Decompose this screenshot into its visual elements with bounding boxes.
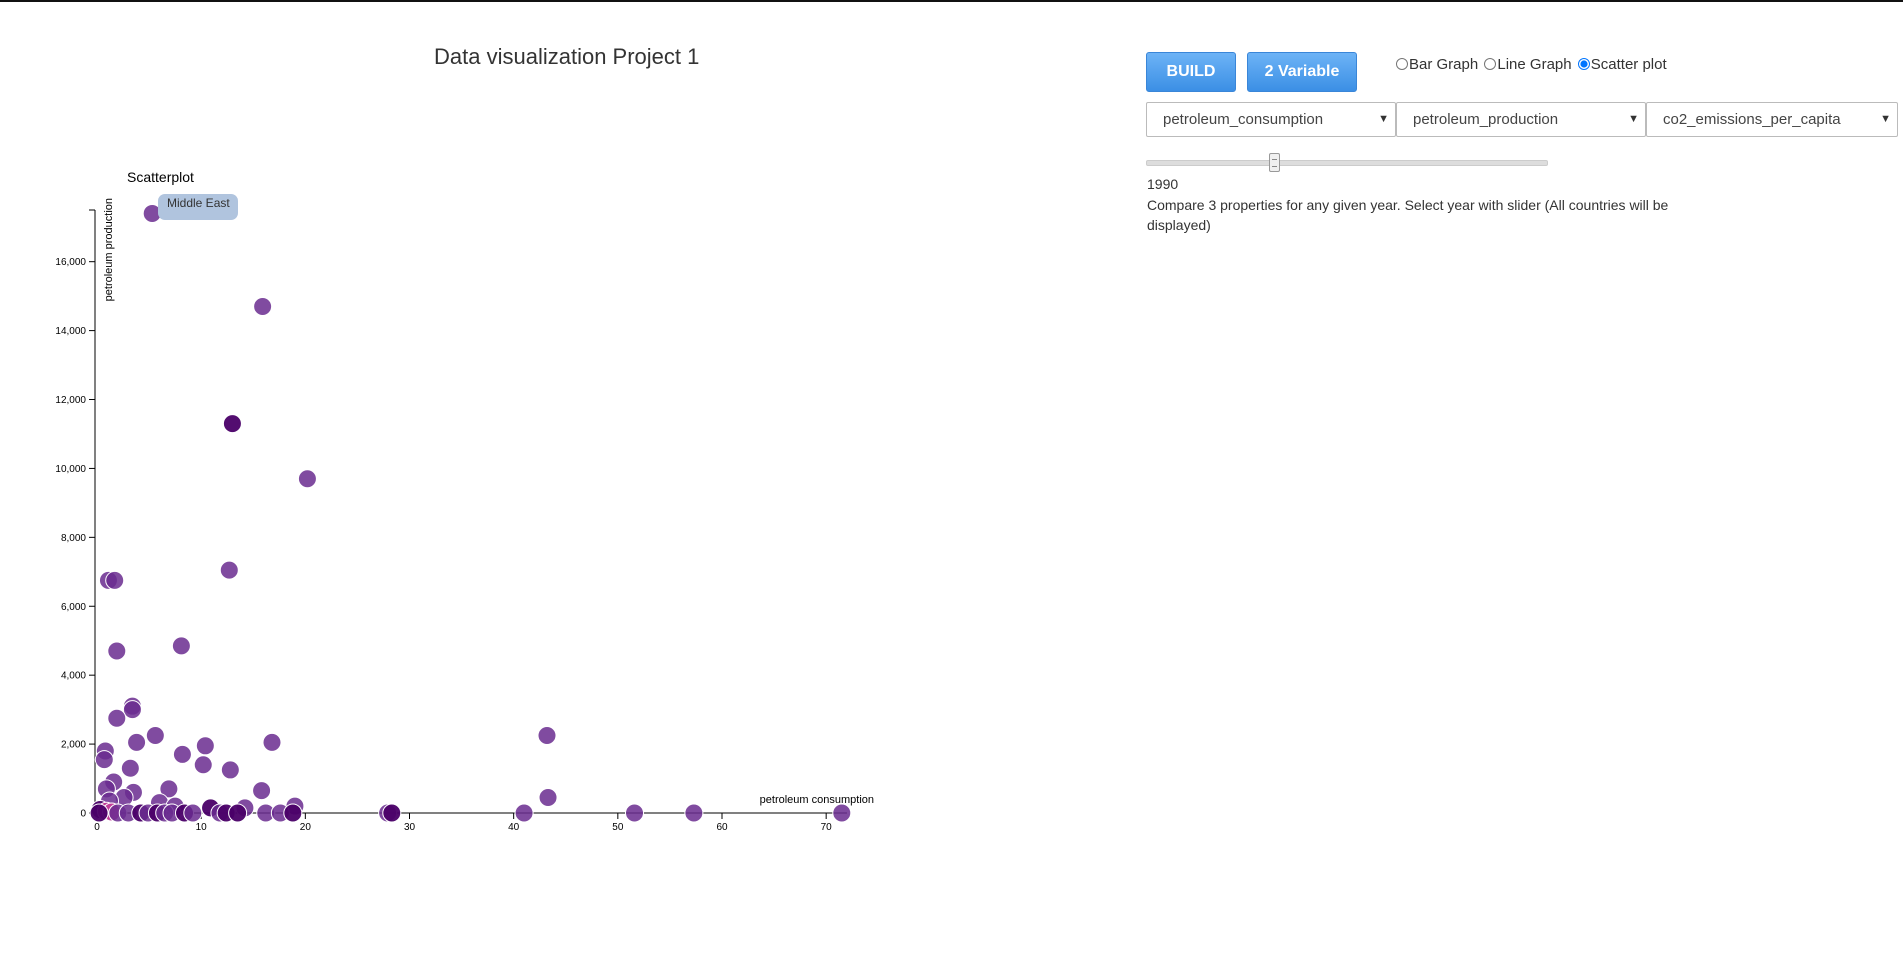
scatter-point	[107, 641, 127, 661]
scatter-point	[127, 732, 147, 752]
x-tick-label: 40	[508, 822, 520, 833]
y-axis-label: petroleum production	[103, 198, 115, 301]
year-slider-track[interactable]	[1146, 160, 1548, 166]
scatter-point	[219, 560, 239, 580]
window-top-border	[0, 0, 1903, 2]
y-tick-label: 2,000	[61, 740, 86, 751]
scatter-point	[107, 708, 127, 728]
scatter-point	[220, 760, 240, 780]
radio-line-graph[interactable]: Line Graph	[1484, 56, 1572, 73]
scatter-point	[89, 803, 109, 823]
radio-bar-graph-input[interactable]	[1396, 58, 1408, 70]
scatter-point	[262, 732, 282, 752]
two-variable-button[interactable]: 2 Variable	[1247, 52, 1357, 92]
x-variable-select[interactable]: petroleum_consumption ▼	[1146, 102, 1396, 137]
scatter-point	[94, 750, 114, 770]
scatter-point	[183, 803, 203, 823]
y-tick-label: 0	[80, 809, 86, 820]
scatter-point	[252, 781, 272, 801]
point-tooltip: Middle East	[158, 194, 238, 220]
scatter-point	[145, 725, 165, 745]
year-slider-handle[interactable]	[1269, 153, 1280, 172]
build-button[interactable]: BUILD	[1146, 52, 1236, 92]
scatterplot-chart: Scatterplot 0 2,000 4,000 6,000 8,000 10,000 12…	[55, 169, 874, 833]
chart-type-radio-group: Bar Graph Line Graph Scatter plot	[1396, 56, 1669, 73]
x-tick-label: 70	[821, 822, 833, 833]
scatter-point	[514, 803, 534, 823]
radio-scatter-plot-input[interactable]	[1577, 58, 1590, 70]
scatter-point	[283, 803, 303, 823]
scatter-point	[228, 803, 248, 823]
scatter-point	[538, 787, 558, 807]
y-tick-label: 4,000	[61, 671, 86, 682]
scatter-point	[122, 700, 142, 720]
scatter-point	[120, 758, 140, 778]
y-tick-label: 14,000	[55, 326, 86, 337]
x-tick-label: 50	[612, 822, 624, 833]
scatter-point	[625, 803, 644, 823]
selected-year: 1990	[1147, 176, 1179, 192]
radio-scatter-plot[interactable]: Scatter plot	[1577, 56, 1667, 73]
scatter-point	[684, 803, 704, 823]
scatter-point	[382, 803, 402, 823]
scatter-point	[193, 755, 213, 775]
scatter-point	[171, 636, 191, 656]
scatter-point	[253, 296, 273, 316]
chart-title: Scatterplot	[127, 169, 194, 185]
instructions-text: Compare 3 properties for any given year.…	[1147, 197, 1669, 233]
scatter-point	[832, 803, 852, 823]
y-tick-label: 12,000	[55, 395, 86, 406]
scatter-point	[222, 414, 242, 434]
scatter-point	[537, 725, 557, 745]
y-tick-label: 8,000	[61, 533, 86, 544]
scatter-point	[105, 570, 125, 590]
x-tick-label: 30	[404, 822, 416, 833]
scatter-point	[172, 744, 192, 764]
dropdown-arrow-icon: ▼	[1628, 113, 1639, 125]
x-tick-label: 0	[94, 822, 100, 833]
y-variable-select[interactable]: petroleum_production ▼	[1396, 102, 1646, 137]
dropdown-arrow-icon: ▼	[1378, 113, 1389, 125]
x-tick-label: 10	[196, 822, 208, 833]
x-tick-label: 60	[716, 822, 728, 833]
page-title: Data visualization Project 1	[434, 44, 700, 69]
dropdown-arrow-icon: ▼	[1880, 113, 1891, 125]
y-tick-label: 10,000	[55, 464, 86, 475]
radio-bar-graph[interactable]: Bar Graph	[1396, 56, 1478, 73]
radio-line-graph-input[interactable]	[1484, 58, 1497, 70]
scatter-point	[195, 736, 215, 756]
scatter-point	[297, 469, 317, 489]
size-variable-select[interactable]: co2_emissions_per_capita ▼	[1646, 102, 1898, 137]
x-tick-label: 20	[300, 822, 312, 833]
x-axis-label: petroleum consumption	[760, 794, 874, 806]
y-tick-label: 16,000	[55, 257, 86, 268]
y-tick-label: 6,000	[61, 602, 86, 613]
